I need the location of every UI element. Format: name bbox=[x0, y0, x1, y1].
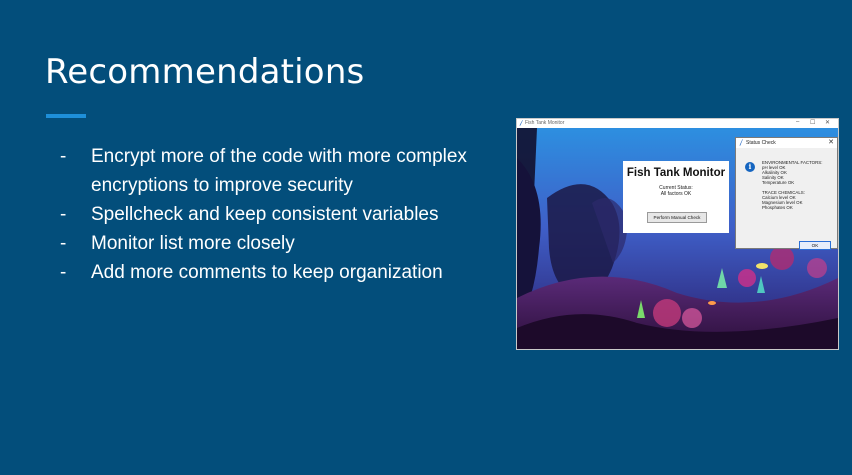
monitor-panel: Fish Tank Monitor Current Status: All fa… bbox=[623, 161, 729, 233]
minimize-button[interactable]: – bbox=[796, 119, 799, 125]
bullet-text: Spellcheck and keep consistent variables bbox=[91, 200, 500, 229]
feather-icon bbox=[739, 139, 743, 146]
bullet-text: Encrypt more of the code with more compl… bbox=[91, 142, 500, 200]
info-icon: i bbox=[745, 162, 755, 172]
app-screenshot: Fish Tank Monitor – ☐ ✕ bbox=[516, 118, 839, 350]
close-button[interactable]: ✕ bbox=[825, 119, 830, 126]
dialog-titlebar: Status Check ✕ bbox=[736, 138, 837, 148]
bullet-text: Monitor list more closely bbox=[91, 229, 500, 258]
dialog-close-button[interactable]: ✕ bbox=[828, 138, 834, 146]
main-window-titlebar: Fish Tank Monitor – ☐ ✕ bbox=[517, 119, 838, 128]
dialog-title: Status Check bbox=[746, 140, 776, 146]
dialog-message: ENVIRONMENTAL FACTORS: pH level OK Alkal… bbox=[762, 160, 834, 210]
ok-button[interactable]: OK bbox=[799, 241, 831, 250]
chem-line: Phosphates OK bbox=[762, 205, 834, 210]
bullet-text: Add more comments to keep organization bbox=[91, 258, 500, 287]
dialog-body: i ENVIRONMENTAL FACTORS: pH level OK Alk… bbox=[736, 148, 837, 248]
list-item: - Encrypt more of the code with more com… bbox=[60, 142, 500, 200]
list-item: - Add more comments to keep organization bbox=[60, 258, 500, 287]
recommendation-list: - Encrypt more of the code with more com… bbox=[60, 142, 500, 287]
title-underline bbox=[46, 114, 86, 118]
feather-icon bbox=[519, 120, 523, 126]
status-value: All factors OK bbox=[623, 191, 729, 197]
list-item: - Monitor list more closely bbox=[60, 229, 500, 258]
manual-check-button[interactable]: Perform Manual Check bbox=[647, 212, 707, 223]
bullet-marker: - bbox=[60, 229, 91, 258]
bullet-marker: - bbox=[60, 200, 91, 229]
list-item: - Spellcheck and keep consistent variabl… bbox=[60, 200, 500, 229]
main-window-title: Fish Tank Monitor bbox=[525, 120, 564, 126]
bullet-marker: - bbox=[60, 142, 91, 200]
panel-heading: Fish Tank Monitor bbox=[623, 167, 729, 179]
bullet-marker: - bbox=[60, 258, 91, 287]
slide-title: Recommendations bbox=[45, 52, 364, 92]
status-check-dialog: Status Check ✕ i ENVIRONMENTAL FACTORS: … bbox=[735, 137, 838, 249]
maximize-button[interactable]: ☐ bbox=[810, 119, 815, 126]
